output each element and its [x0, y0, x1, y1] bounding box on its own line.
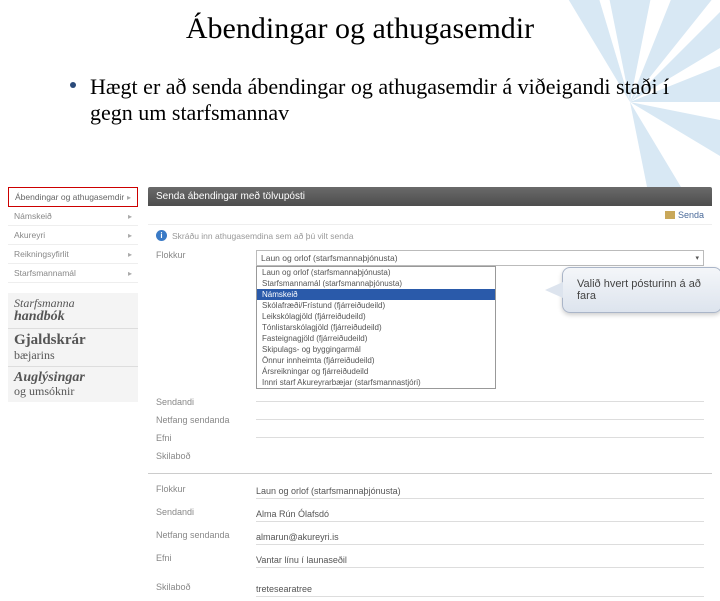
banner-line: Starfsmanna [14, 296, 75, 310]
sidebar-banners: Starfsmanna handbók Gjaldskrár bæjarins … [8, 293, 138, 402]
dropdown-selected[interactable]: Laun og orlof (starfsmannaþjónusta) ▾ [256, 250, 704, 266]
row-sendandi-2: Sendandi Alma Rún Ólafsdó [148, 503, 712, 526]
sidebar-item-label: Ábendingar og athugasemdir [15, 192, 124, 202]
banner-line: bæjarins [14, 348, 55, 362]
value-efni[interactable] [256, 433, 704, 438]
send-label: Senda [678, 210, 704, 220]
value-flokkur[interactable]: Laun og orlof (starfsmannaþjónusta) [256, 484, 704, 499]
chevron-right-icon: ▸ [127, 193, 131, 202]
banner-starfsmanna-handbok[interactable]: Starfsmanna handbók [8, 293, 138, 329]
row-efni-2: Efni Vantar línu í launaseðil [148, 549, 712, 572]
dropdown-option[interactable]: Skipulags- og byggingarmál [257, 344, 495, 355]
banner-line: og umsóknir [14, 384, 74, 398]
label-netfang: Netfang sendanda [156, 415, 256, 425]
dropdown-option[interactable]: Skólafræði/Frístund (fjárreiðudeild) [257, 300, 495, 311]
info-icon: i [156, 230, 167, 241]
send-button[interactable]: Senda [665, 210, 704, 220]
banner-line: handbók [14, 310, 132, 325]
callout-bubble: Valið hvert pósturinn á að fara [562, 267, 720, 313]
row-netfang: Netfang sendanda [148, 411, 712, 429]
label-skilabod: Skilaboð [156, 582, 256, 592]
panel-header: Senda ábendingar með tölvupósti [148, 187, 712, 206]
chevron-right-icon: ▸ [128, 250, 132, 259]
dropdown-option[interactable]: Leikskólagjöld (fjárreiðudeild) [257, 311, 495, 322]
dropdown-option[interactable]: Tónlistarskólagjöld (fjárreiðudeild) [257, 322, 495, 333]
value-sendandi[interactable]: Alma Rún Ólafsdó [256, 507, 704, 522]
value-sendandi[interactable] [256, 397, 704, 402]
value-efni[interactable]: Vantar línu í launaseðil [256, 553, 704, 568]
sidebar-item-reikningsyfirlit[interactable]: Reikningsyfirlit ▸ [8, 245, 138, 264]
instruction-text: Skráðu inn athugasemdina sem að þú vilt … [172, 231, 353, 241]
sidebar-item-label: Akureyri [14, 230, 45, 240]
sidebar-item-label: Reikningsyfirlit [14, 249, 69, 259]
dropdown-option[interactable]: Fasteignagjöld (fjárreiðudeild) [257, 333, 495, 344]
callout-text: Valið hvert pósturinn á að fara [577, 278, 701, 302]
banner-gjaldskrar[interactable]: Gjaldskrár bæjarins [8, 329, 138, 366]
chevron-right-icon: ▸ [128, 212, 132, 221]
sidebar-item-abendingar[interactable]: Ábendingar og athugasemdir ▸ [8, 187, 138, 207]
sidebar-item-label: Námskeið [14, 211, 52, 221]
row-skilabod-empty: Skilaboð [148, 447, 712, 465]
label-flokkur: Flokkur [156, 250, 256, 260]
row-netfang-2: Netfang sendanda almarun@akureyri.is [148, 526, 712, 549]
bullet-text: Hægt er að senda ábendingar og athugasem… [90, 74, 670, 126]
label-efni: Efni [156, 433, 256, 443]
row-flokkur-2: Flokkur Laun og orlof (starfsmannaþjónus… [148, 480, 712, 503]
value-skilabod[interactable]: tretesearatree [256, 582, 704, 597]
sidebar-item-akureyri[interactable]: Akureyri ▸ [8, 226, 138, 245]
banner-line: Gjaldskrár [14, 333, 132, 349]
caret-down-icon: ▾ [695, 254, 699, 262]
dropdown-option[interactable]: Ársreikningar og fjárreiðudeild [257, 366, 495, 377]
banner-auglysingar[interactable]: Auglýsingar og umsóknir [8, 367, 138, 402]
chevron-right-icon: ▸ [128, 269, 132, 278]
bullet-content: Hægt er að senda ábendingar og athugasem… [90, 74, 669, 125]
sidebar-item-label: Starfsmannamál [14, 268, 76, 278]
toolbar: Senda [148, 206, 712, 225]
value-netfang[interactable]: almarun@akureyri.is [256, 530, 704, 545]
label-flokkur: Flokkur [156, 484, 256, 494]
page-title: Ábendingar og athugasemdir [0, 12, 720, 46]
label-sendandi: Sendandi [156, 507, 256, 517]
main-panel: Senda ábendingar með tölvupósti Senda i … [148, 187, 712, 601]
dropdown-value: Laun og orlof (starfsmannaþjónusta) [261, 253, 398, 263]
dropdown-option[interactable]: Námskeið [257, 289, 495, 300]
label-efni: Efni [156, 553, 256, 563]
sidebar: Ábendingar og athugasemdir ▸ Námskeið ▸ … [8, 187, 138, 402]
dropdown-option[interactable]: Laun og orlof (starfsmannaþjónusta) [257, 267, 495, 278]
sidebar-item-starfsmannamal[interactable]: Starfsmannamál ▸ [8, 264, 138, 283]
sidebar-item-namskeid[interactable]: Námskeið ▸ [8, 207, 138, 226]
dropdown-option[interactable]: Önnur innheimta (fjárreiðudeild) [257, 355, 495, 366]
row-sendandi: Sendandi [148, 393, 712, 411]
dropdown-option[interactable]: Innri starf Akureyrarbæjar (starfsmannas… [257, 377, 495, 388]
row-efni: Efni [148, 429, 712, 447]
dropdown-option[interactable]: Starfsmannamál (starfsmannaþjónusta) [257, 278, 495, 289]
app-screenshot: Ábendingar og athugasemdir ▸ Námskeið ▸ … [8, 187, 712, 545]
filled-section: Flokkur Laun og orlof (starfsmannaþjónus… [148, 473, 712, 601]
label-netfang: Netfang sendanda [156, 530, 256, 540]
envelope-icon [665, 211, 675, 219]
label-sendandi: Sendandi [156, 397, 256, 407]
dropdown-list: Laun og orlof (starfsmannaþjónusta) Star… [256, 266, 496, 389]
chevron-right-icon: ▸ [128, 231, 132, 240]
banner-line: Auglýsingar [14, 371, 132, 386]
value-netfang[interactable] [256, 415, 704, 420]
bullet-dot-icon [70, 82, 76, 88]
row-skilabod-2: Skilaboð tretesearatree [148, 578, 712, 601]
callout: Valið hvert pósturinn á að fara [562, 267, 720, 313]
instruction-row: i Skráðu inn athugasemdina sem að þú vil… [148, 225, 712, 246]
label-skilabod: Skilaboð [156, 451, 256, 461]
